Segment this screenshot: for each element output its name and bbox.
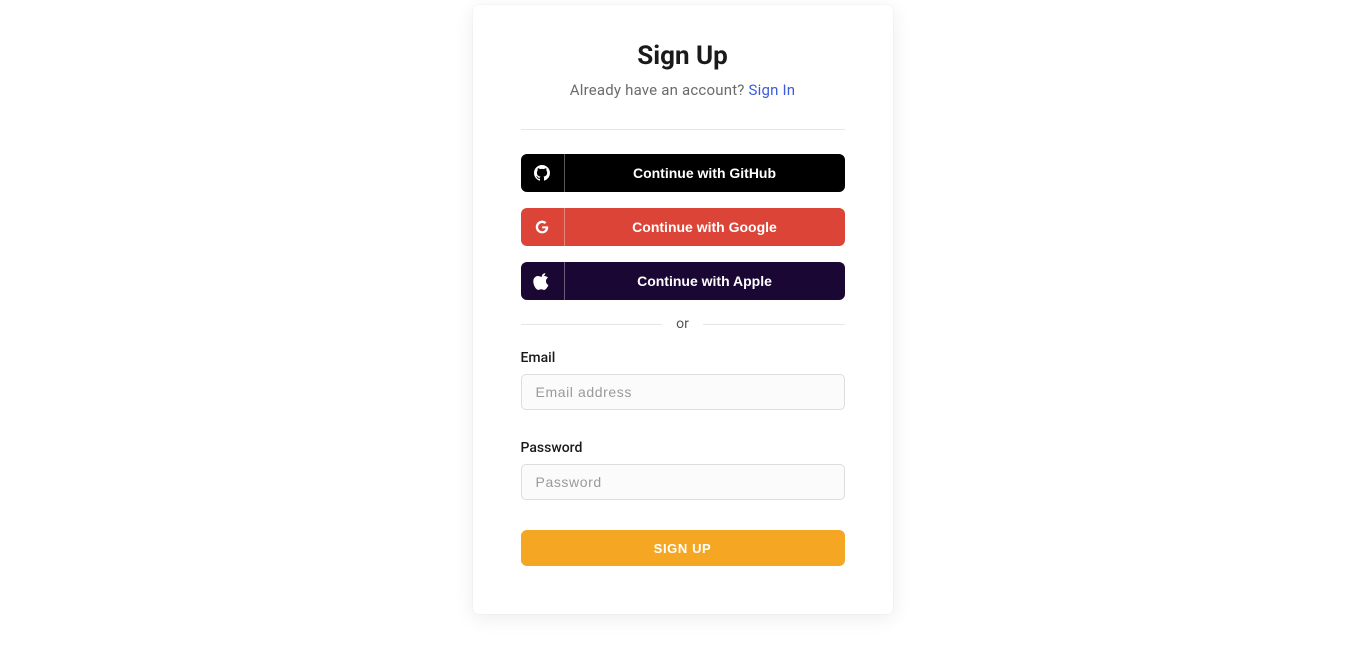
apple-button-label: Continue with Apple (565, 273, 845, 289)
top-divider (521, 129, 845, 130)
or-divider: or (521, 316, 845, 332)
sign-up-button[interactable]: SIGN UP (521, 530, 845, 566)
page-title: Sign Up (521, 41, 845, 71)
password-group: Password (521, 440, 845, 500)
continue-with-google-button[interactable]: Continue with Google (521, 208, 845, 246)
sign-in-link[interactable]: Sign In (749, 81, 796, 99)
subtitle: Already have an account? Sign In (521, 81, 845, 99)
apple-icon (521, 262, 565, 300)
google-button-label: Continue with Google (565, 219, 845, 235)
continue-with-github-button[interactable]: Continue with GitHub (521, 154, 845, 192)
signup-card: Sign Up Already have an account? Sign In… (473, 5, 893, 614)
password-input[interactable] (521, 464, 845, 500)
github-button-label: Continue with GitHub (565, 165, 845, 181)
github-icon (521, 154, 565, 192)
password-label: Password (521, 440, 845, 456)
subtitle-text: Already have an account? (570, 81, 749, 99)
email-group: Email (521, 350, 845, 410)
email-label: Email (521, 350, 845, 366)
or-text: or (662, 316, 703, 332)
email-input[interactable] (521, 374, 845, 410)
continue-with-apple-button[interactable]: Continue with Apple (521, 262, 845, 300)
google-icon (521, 208, 565, 246)
